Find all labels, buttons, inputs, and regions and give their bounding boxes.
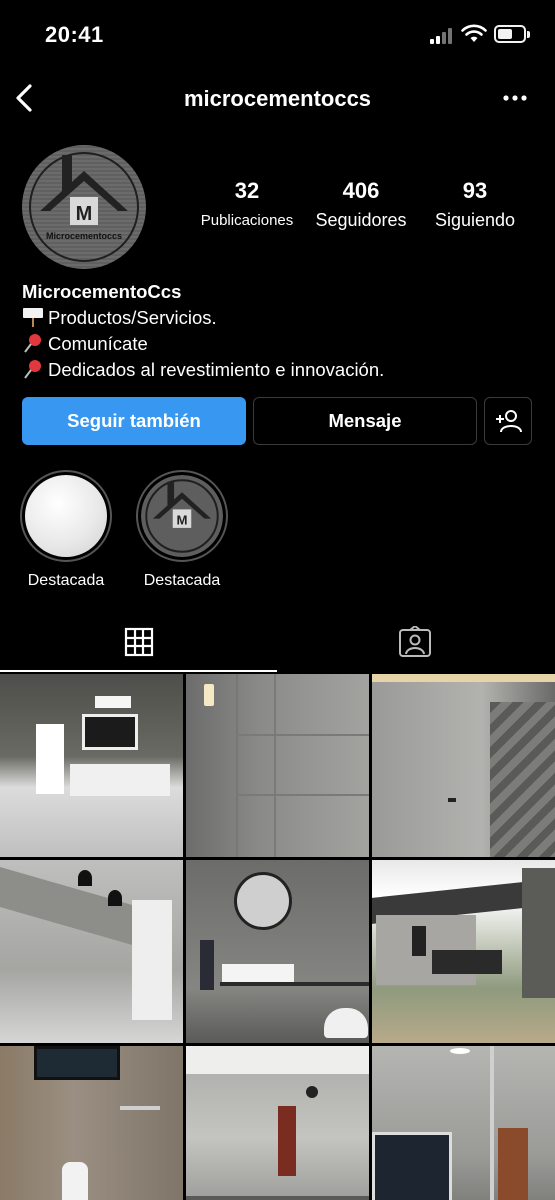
message-button[interactable]: Mensaje bbox=[253, 397, 477, 445]
signal-icon bbox=[430, 28, 454, 44]
highlight-label: Destacada bbox=[143, 572, 221, 589]
stat-followers-label: Seguidores bbox=[315, 210, 407, 230]
svg-text:M: M bbox=[76, 203, 93, 225]
follow-button[interactable]: Seguir también bbox=[22, 397, 246, 445]
pushpin-icon bbox=[24, 334, 41, 353]
post-thumbnail[interactable] bbox=[186, 674, 369, 857]
profile-header: microcementoccs bbox=[0, 74, 555, 122]
grid-icon bbox=[124, 627, 154, 657]
profile-bio: MicrocementoCcs Productos/Servicios. Com… bbox=[22, 279, 542, 383]
stat-followers-value: 406 bbox=[342, 178, 380, 203]
highlight-item[interactable]: Destacada bbox=[16, 470, 116, 590]
add-person-button[interactable] bbox=[484, 397, 532, 445]
stat-following-label: Siguiendo bbox=[434, 210, 516, 230]
stat-following[interactable]: 93 Siguiendo bbox=[410, 178, 540, 231]
post-thumbnail[interactable] bbox=[0, 1046, 183, 1200]
stat-followers[interactable]: 406 Seguidores bbox=[296, 178, 426, 231]
profile-name: MicrocementoCcs bbox=[22, 281, 182, 302]
tab-grid[interactable] bbox=[0, 612, 277, 672]
status-time: 20:41 bbox=[45, 22, 104, 47]
post-grid bbox=[0, 674, 555, 1200]
highlight-label: Destacada bbox=[27, 572, 105, 589]
stat-posts-value: 32 bbox=[234, 178, 260, 203]
stat-posts-label: Publicaciones bbox=[200, 212, 294, 229]
battery-icon bbox=[494, 25, 530, 43]
status-bar: 20:41 bbox=[0, 0, 555, 70]
wifi-icon bbox=[461, 24, 487, 42]
tagged-icon bbox=[399, 626, 431, 657]
post-thumbnail[interactable] bbox=[0, 860, 183, 1043]
bio-line: Productos/Servicios. bbox=[22, 305, 542, 331]
svg-text:M: M bbox=[176, 513, 187, 528]
post-thumbnail[interactable] bbox=[186, 860, 369, 1043]
post-thumbnail[interactable] bbox=[372, 860, 555, 1043]
pushpin-icon bbox=[24, 360, 41, 379]
stat-posts[interactable]: 32 Publicaciones bbox=[182, 178, 312, 229]
avatar[interactable]: M Microcementoccs bbox=[22, 145, 146, 269]
svg-text:Microcementoccs: Microcementoccs bbox=[46, 231, 122, 241]
post-thumbnail[interactable] bbox=[186, 1046, 369, 1200]
add-person-icon bbox=[496, 410, 522, 433]
tab-tagged[interactable] bbox=[277, 612, 554, 672]
bio-line: Dedicados al revestimiento e innovación. bbox=[22, 357, 542, 383]
highlight-item[interactable]: M Destacada bbox=[132, 470, 232, 590]
bio-line: Comunícate bbox=[22, 331, 542, 357]
profile-tabs bbox=[0, 612, 555, 674]
logo-house-icon: M bbox=[141, 475, 223, 557]
stat-following-value: 93 bbox=[462, 178, 488, 203]
logo-house-icon: M Microcementoccs bbox=[22, 145, 146, 269]
post-thumbnail[interactable] bbox=[372, 1046, 555, 1200]
sign-icon bbox=[23, 308, 43, 327]
more-icon[interactable] bbox=[500, 84, 530, 112]
header-username: microcementoccs bbox=[183, 86, 372, 111]
post-thumbnail[interactable] bbox=[372, 674, 555, 857]
post-thumbnail[interactable] bbox=[0, 674, 183, 857]
